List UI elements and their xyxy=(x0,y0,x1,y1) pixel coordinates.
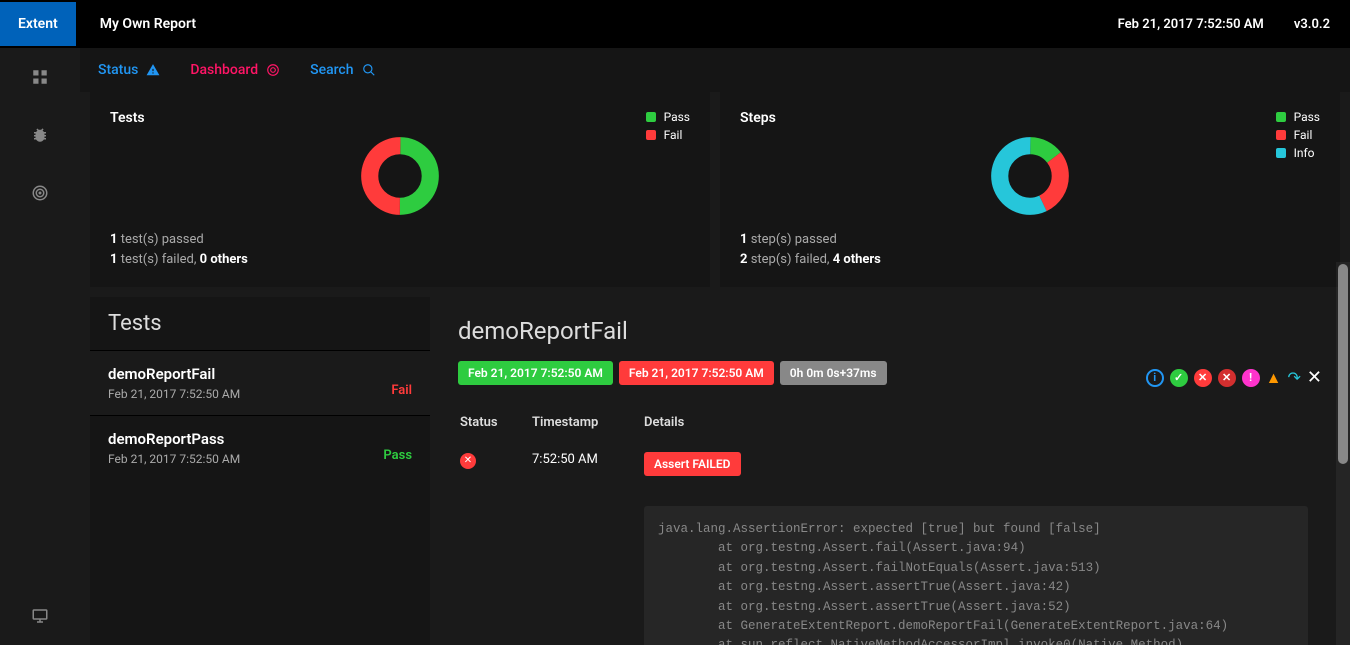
assert-failed-badge: Assert FAILED xyxy=(644,452,741,476)
test-detail: demoReportFail Feb 21, 2017 7:52:50 AM F… xyxy=(430,297,1350,645)
tests-stats: 1 test(s) passed 1 test(s) failed, 0 oth… xyxy=(110,230,690,269)
detail-title: demoReportFail xyxy=(458,317,1322,345)
duration-badge: 0h 0m 0s+37ms xyxy=(780,361,887,385)
subnav-search-label: Search xyxy=(310,62,353,78)
report-title: My Own Report xyxy=(100,16,196,32)
status-badge: Fail xyxy=(391,383,412,398)
search-icon xyxy=(362,63,376,77)
error-filter-icon[interactable]: ! xyxy=(1242,369,1260,387)
skip-filter-icon[interactable]: ↷ xyxy=(1288,368,1301,387)
subnav-dashboard-label: Dashboard xyxy=(190,62,258,78)
target-icon[interactable] xyxy=(31,184,49,202)
monitor-icon[interactable] xyxy=(31,607,49,625)
close-icon[interactable]: ✕ xyxy=(1307,367,1322,388)
warning-filter-icon[interactable]: ▲ xyxy=(1266,368,1282,388)
subnav-status[interactable]: Status xyxy=(98,62,160,78)
topbar: Extent My Own Report Feb 21, 2017 7:52:5… xyxy=(0,0,1350,48)
scrollbar-thumb[interactable] xyxy=(1338,264,1348,464)
version-label: v3.0.2 xyxy=(1294,17,1330,32)
subnav: Status Dashboard Search xyxy=(80,48,1350,92)
tests-card: Tests Pass Fail 1 test(s) passed 1 test(… xyxy=(90,92,710,287)
report-timestamp: Feb 21, 2017 7:52:50 AM xyxy=(1118,17,1264,32)
scrollbar[interactable] xyxy=(1336,262,1350,645)
left-nav xyxy=(0,48,80,645)
start-time-badge: Feb 21, 2017 7:52:50 AM xyxy=(458,361,613,385)
table-row: java.lang.AssertionError: expected [true… xyxy=(460,486,1320,645)
table-row: ✕ 7:52:50 AM Assert FAILED xyxy=(460,444,1320,484)
fatal-filter-icon[interactable]: ✕ xyxy=(1218,369,1236,387)
test-list: Tests demoReportFail Feb 21, 2017 7:52:5… xyxy=(90,297,430,645)
test-item-pass[interactable]: demoReportPass Feb 21, 2017 7:52:50 AM P… xyxy=(90,415,430,480)
test-item-fail[interactable]: demoReportFail Feb 21, 2017 7:52:50 AM F… xyxy=(90,350,430,415)
fail-status-icon: ✕ xyxy=(460,453,476,469)
target-small-icon xyxy=(266,63,280,77)
steps-stats: 1 step(s) passed 2 step(s) failed, 4 oth… xyxy=(740,230,1320,269)
tests-card-title: Tests xyxy=(110,110,690,126)
dashboard-icon[interactable] xyxy=(31,68,49,86)
subnav-search[interactable]: Search xyxy=(310,62,375,78)
brand-logo[interactable]: Extent xyxy=(0,2,76,46)
legend-swatch-fail xyxy=(1276,130,1286,140)
tests-donut-chart xyxy=(360,136,440,216)
tests-legend: Pass Fail xyxy=(646,110,690,146)
fail-filter-icon[interactable]: ✕ xyxy=(1194,369,1212,387)
steps-legend: Pass Fail Info xyxy=(1276,110,1320,164)
end-time-badge: Feb 21, 2017 7:52:50 AM xyxy=(619,361,774,385)
info-filter-icon[interactable]: i xyxy=(1146,369,1164,387)
subnav-status-label: Status xyxy=(98,62,138,78)
warning-icon xyxy=(146,63,160,77)
legend-swatch-fail xyxy=(646,130,656,140)
test-list-header: Tests xyxy=(90,297,430,350)
subnav-dashboard[interactable]: Dashboard xyxy=(190,62,280,78)
pass-filter-icon[interactable]: ✓ xyxy=(1170,369,1188,387)
bug-icon[interactable] xyxy=(31,126,49,144)
legend-swatch-info xyxy=(1276,148,1286,158)
stack-trace: java.lang.AssertionError: expected [true… xyxy=(644,506,1308,645)
steps-table: Status Timestamp Details ✕ 7:52:50 AM As… xyxy=(458,405,1322,645)
steps-card: Steps Pass Fail Info 1 step(s) passed 2 … xyxy=(720,92,1340,287)
legend-swatch-pass xyxy=(1276,112,1286,122)
steps-donut-chart xyxy=(990,136,1070,216)
status-badge: Pass xyxy=(383,448,412,463)
steps-card-title: Steps xyxy=(740,110,1320,126)
legend-swatch-pass xyxy=(646,112,656,122)
detail-filter-icons: i ✓ ✕ ✕ ! ▲ ↷ ✕ xyxy=(1146,367,1322,388)
